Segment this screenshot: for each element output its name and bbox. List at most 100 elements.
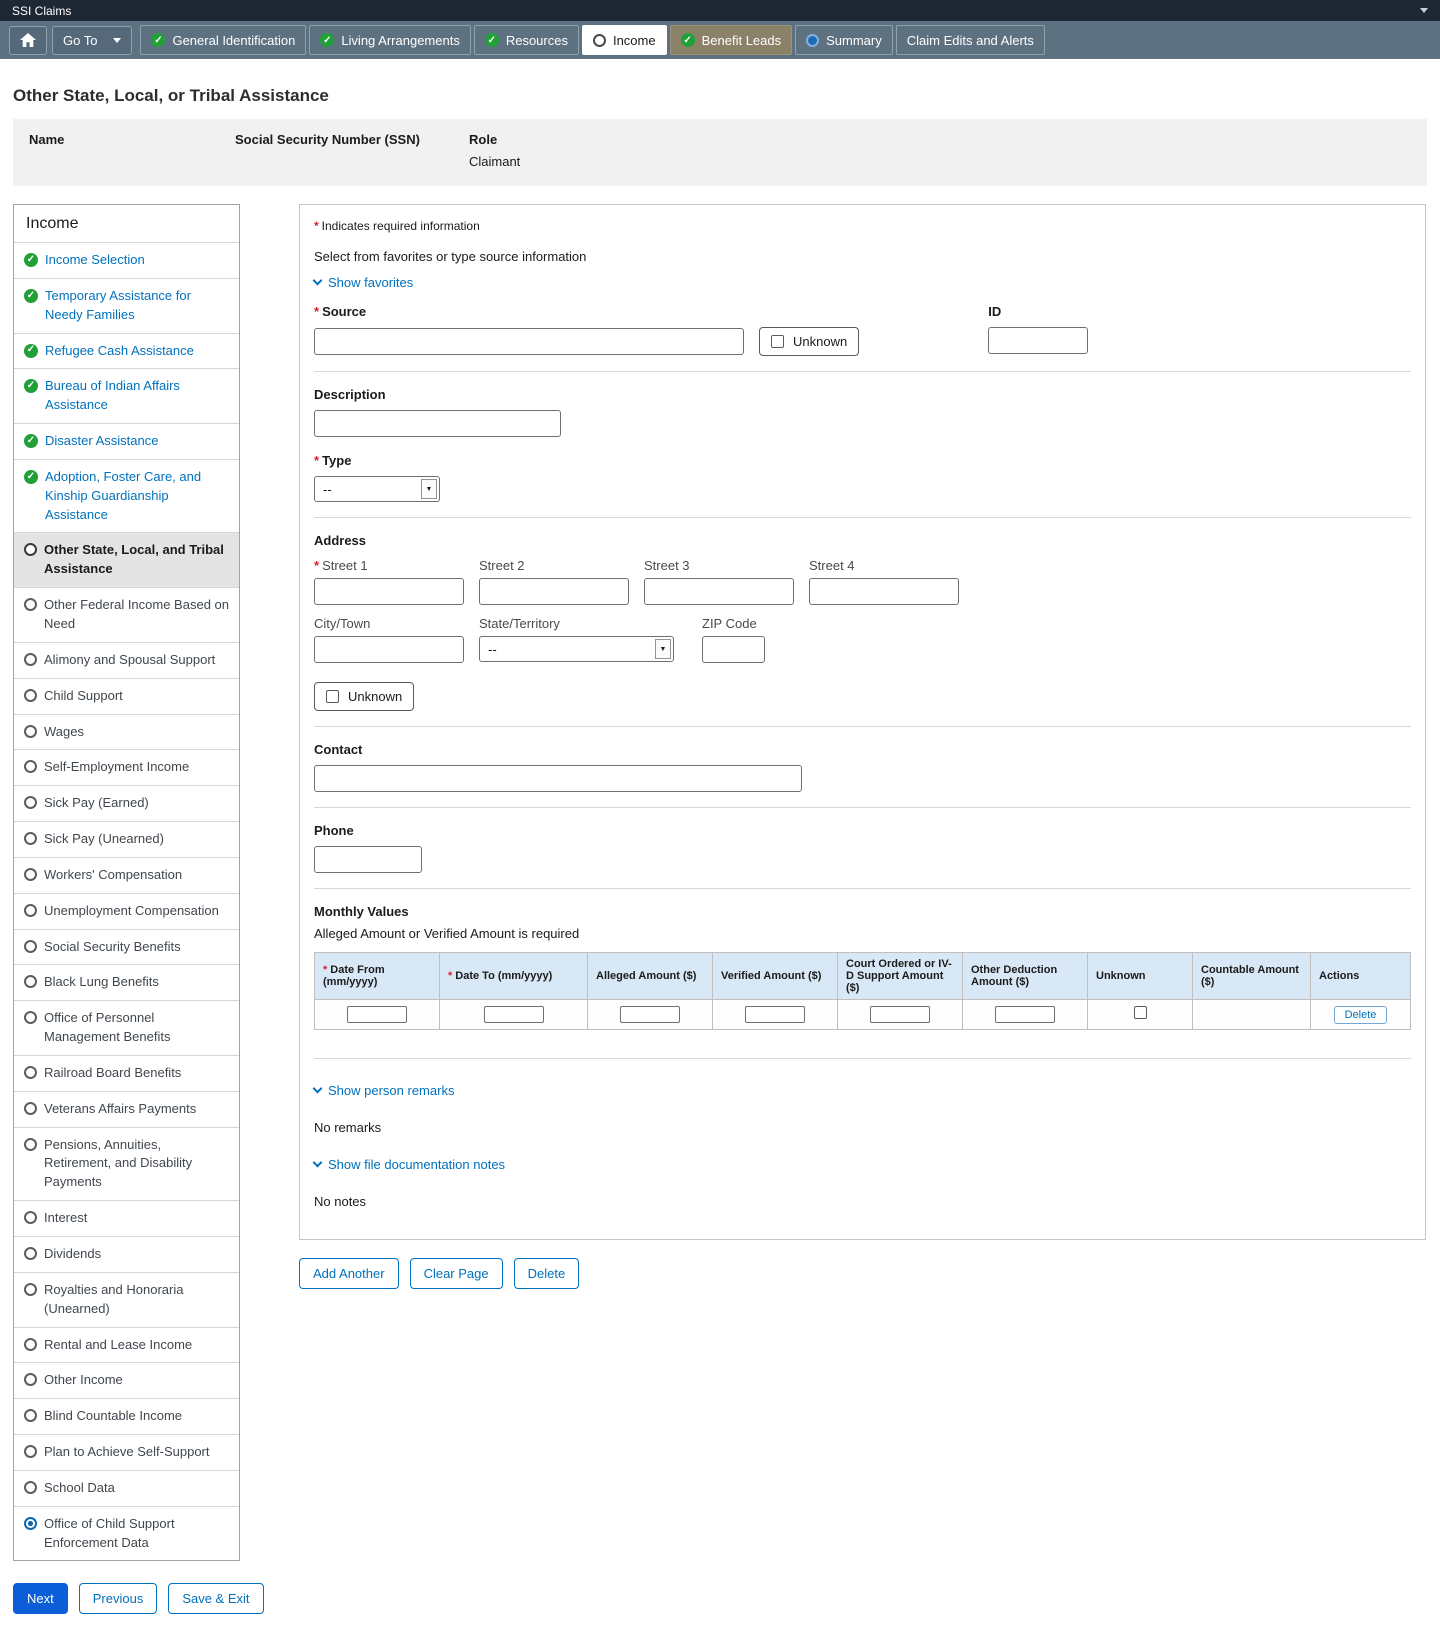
tab-summary[interactable]: Summary	[795, 25, 893, 55]
cell-actions: Delete	[1311, 1000, 1411, 1030]
sidebar-item-sick-pay-unearned[interactable]: Sick Pay (Unearned)	[14, 821, 239, 857]
other-deduction-amount-input[interactable]	[995, 1006, 1055, 1023]
role-value: Claimant	[469, 154, 520, 169]
street1-input[interactable]	[314, 578, 464, 605]
id-input[interactable]	[988, 327, 1088, 354]
type-select[interactable]: -- ▼	[314, 476, 440, 502]
source-unknown-toggle[interactable]: Unknown	[759, 327, 859, 356]
required-asterisk: *	[323, 964, 327, 976]
clear-page-button[interactable]: Clear Page	[410, 1258, 503, 1289]
sidebar-item-other-income[interactable]: Other Income	[14, 1362, 239, 1398]
not-started-icon	[24, 1481, 37, 1494]
sidebar-item-veterans-affairs-payments[interactable]: Veterans Affairs Payments	[14, 1091, 239, 1127]
sidebar-item-sick-pay-earned[interactable]: Sick Pay (Earned)	[14, 785, 239, 821]
street3-input[interactable]	[644, 578, 794, 605]
state-select[interactable]: -- ▼	[479, 636, 674, 662]
sidebar-item-interest[interactable]: Interest	[14, 1200, 239, 1236]
street2-input[interactable]	[479, 578, 629, 605]
section-divider	[314, 807, 1411, 808]
assistance-form: *Indicates required information Select f…	[299, 204, 1426, 1240]
sidebar-item-school-data[interactable]: School Data	[14, 1470, 239, 1506]
chevron-down-icon	[313, 1158, 323, 1168]
sidebar-item-other-state-local-and-tribal-assistance[interactable]: Other State, Local, and Tribal Assistanc…	[14, 532, 239, 587]
save-exit-button[interactable]: Save & Exit	[168, 1583, 263, 1614]
tab-claim-edits-and-alerts[interactable]: Claim Edits and Alerts	[896, 25, 1045, 55]
sidebar-item-royalties-and-honoraria-unearned[interactable]: Royalties and Honoraria (Unearned)	[14, 1272, 239, 1327]
source-input[interactable]	[314, 328, 744, 355]
sidebar-item-adoption-foster-care-and-kinship-guardianship-assistance[interactable]: ✓Adoption, Foster Care, and Kinship Guar…	[14, 459, 239, 533]
column-header-date-from-mm-yyyy: *Date From (mm/yyyy)	[315, 953, 440, 1000]
date-from-mm-yyyy-input[interactable]	[347, 1006, 407, 1023]
sidebar-item-refugee-cash-assistance[interactable]: ✓Refugee Cash Assistance	[14, 333, 239, 369]
sidebar-item-bureau-of-indian-affairs-assistance[interactable]: ✓Bureau of Indian Affairs Assistance	[14, 368, 239, 423]
city-input[interactable]	[314, 636, 464, 663]
address-unknown-toggle[interactable]: Unknown	[314, 682, 414, 711]
street4-input[interactable]	[809, 578, 959, 605]
description-input[interactable]	[314, 410, 561, 437]
tab-living-arrangements[interactable]: ✓Living Arrangements	[309, 25, 471, 55]
delete-button[interactable]: Delete	[514, 1258, 580, 1289]
tab-income[interactable]: Income	[582, 25, 667, 55]
sidebar-item-unemployment-compensation[interactable]: Unemployment Compensation	[14, 893, 239, 929]
sidebar-item-label: Other Income	[44, 1371, 123, 1390]
section-tabs: ✓General Identification✓Living Arrangeme…	[140, 25, 1044, 55]
type-field: *Type -- ▼	[314, 453, 1411, 502]
unknown-checkbox[interactable]	[1134, 1006, 1147, 1019]
status-dot-icon	[806, 34, 819, 47]
tab-resources[interactable]: ✓Resources	[474, 25, 579, 55]
alleged-amount-input[interactable]	[620, 1006, 680, 1023]
sidebar-item-dividends[interactable]: Dividends	[14, 1236, 239, 1272]
sidebar-item-plan-to-achieve-self-support[interactable]: Plan to Achieve Self-Support	[14, 1434, 239, 1470]
sidebar-item-label: Royalties and Honoraria (Unearned)	[44, 1281, 229, 1319]
show-person-remarks-link[interactable]: Show person remarks	[314, 1083, 454, 1098]
sidebar-item-office-of-personnel-management-benefits[interactable]: Office of Personnel Management Benefits	[14, 1000, 239, 1055]
previous-button[interactable]: Previous	[79, 1583, 158, 1614]
address-title: Address	[314, 533, 1411, 548]
type-select-value: --	[323, 482, 415, 497]
row-delete-button[interactable]: Delete	[1334, 1006, 1388, 1024]
role-label: Role	[469, 132, 520, 147]
street4-label: Street 4	[809, 558, 959, 573]
sidebar-item-office-of-child-support-enforcement-data[interactable]: Office of Child Support Enforcement Data	[14, 1506, 239, 1561]
sidebar-item-black-lung-benefits[interactable]: Black Lung Benefits	[14, 964, 239, 1000]
court-ordered-or-iv-d-support-amount-input[interactable]	[870, 1006, 930, 1023]
sidebar-item-child-support[interactable]: Child Support	[14, 678, 239, 714]
sidebar-item-self-employment-income[interactable]: Self-Employment Income	[14, 749, 239, 785]
not-started-icon	[24, 1102, 37, 1115]
header-collapse-caret-icon[interactable]	[1420, 8, 1428, 13]
phone-input[interactable]	[314, 846, 422, 873]
sidebar-item-temporary-assistance-for-needy-families[interactable]: ✓Temporary Assistance for Needy Families	[14, 278, 239, 333]
sidebar-item-income-selection[interactable]: ✓Income Selection	[14, 242, 239, 278]
sidebar-item-disaster-assistance[interactable]: ✓Disaster Assistance	[14, 423, 239, 459]
sidebar-item-label: Alimony and Spousal Support	[44, 651, 215, 670]
sidebar-item-rental-and-lease-income[interactable]: Rental and Lease Income	[14, 1327, 239, 1363]
person-name-column: Name	[29, 132, 235, 169]
sidebar-item-social-security-benefits[interactable]: Social Security Benefits	[14, 929, 239, 965]
tab-benefit-leads[interactable]: ✓Benefit Leads	[670, 25, 793, 55]
verified-amount-input[interactable]	[745, 1006, 805, 1023]
contact-input[interactable]	[314, 765, 802, 792]
sidebar-item-other-federal-income-based-on-need[interactable]: Other Federal Income Based on Need	[14, 587, 239, 642]
complete-check-icon: ✓	[24, 470, 38, 484]
tab-general-identification[interactable]: ✓General Identification	[140, 25, 306, 55]
required-asterisk: *	[314, 453, 319, 468]
sidebar-item-alimony-and-spousal-support[interactable]: Alimony and Spousal Support	[14, 642, 239, 678]
current-item-icon	[24, 543, 37, 556]
show-favorites-link[interactable]: Show favorites	[314, 275, 413, 290]
add-another-button[interactable]: Add Another	[299, 1258, 399, 1289]
next-button[interactable]: Next	[13, 1583, 68, 1614]
show-file-notes-link[interactable]: Show file documentation notes	[314, 1157, 505, 1172]
zip-input[interactable]	[702, 636, 765, 663]
goto-dropdown[interactable]: Go To	[52, 26, 132, 55]
sidebar-item-blind-countable-income[interactable]: Blind Countable Income	[14, 1398, 239, 1434]
sidebar-item-workers-compensation[interactable]: Workers' Compensation	[14, 857, 239, 893]
sidebar-item-railroad-board-benefits[interactable]: Railroad Board Benefits	[14, 1055, 239, 1091]
sidebar-item-pensions-annuities-retirement-and-disability-payments[interactable]: Pensions, Annuities, Retirement, and Dis…	[14, 1127, 239, 1201]
sidebar-item-label: Unemployment Compensation	[44, 902, 219, 921]
cell-other-deduction-amount	[963, 1000, 1088, 1030]
sidebar-item-wages[interactable]: Wages	[14, 714, 239, 750]
date-to-mm-yyyy-input[interactable]	[484, 1006, 544, 1023]
cell-verified-amount	[713, 1000, 838, 1030]
home-button[interactable]	[9, 26, 47, 55]
street3-field: Street 3	[644, 558, 794, 605]
